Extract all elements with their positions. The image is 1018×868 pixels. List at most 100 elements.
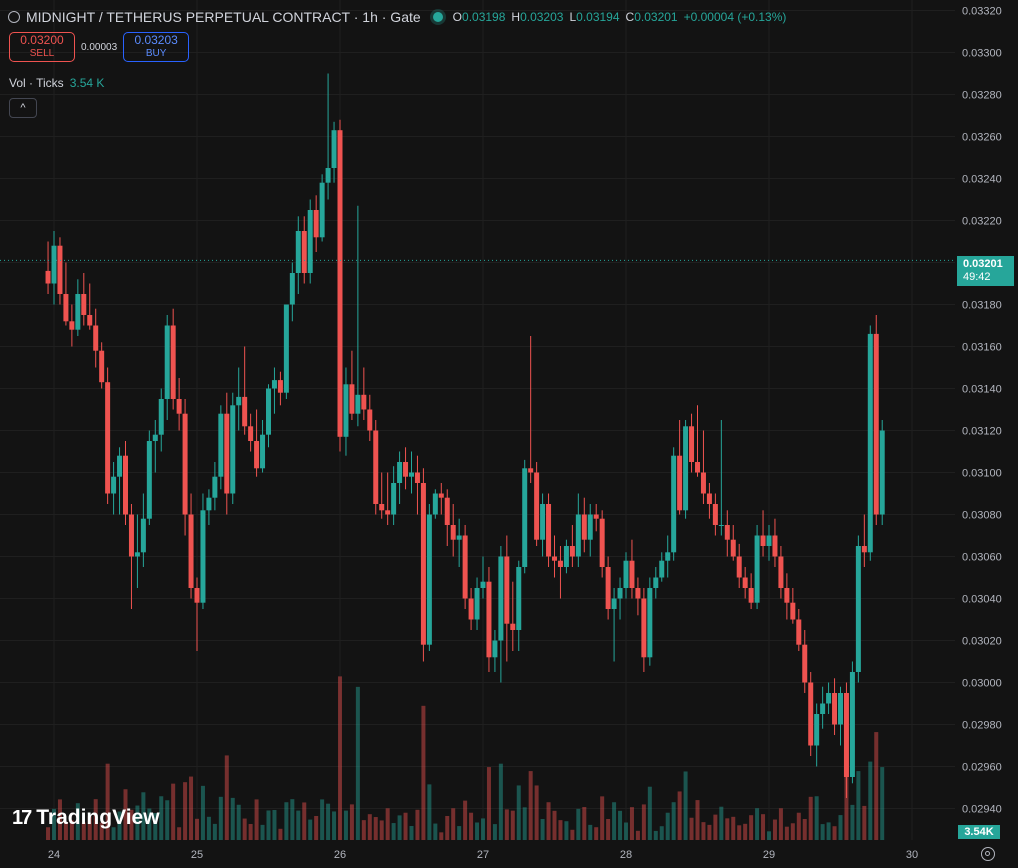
y-tick-label: 0.03080 (962, 510, 1002, 522)
volume-bar (385, 808, 390, 840)
volume-bar (445, 815, 450, 840)
candle-body (140, 518, 146, 553)
candle-body (802, 644, 808, 683)
volume-bar (397, 815, 402, 840)
ohlc-readout: O0.03198 H0.03203 L0.03194 C0.03201 +0.0… (453, 10, 787, 24)
candle-body (319, 182, 325, 238)
trade-panel: 0.03200 SELL 0.00003 0.03203 BUY (9, 32, 190, 62)
candle-body (361, 394, 367, 410)
candlestick-chart[interactable]: 0.03320 0.03300 0.03280 0.03260 0.03240 0.032… (0, 0, 1018, 868)
candle-body (301, 231, 307, 273)
volume-bar (624, 822, 628, 840)
volume-bar (224, 755, 229, 840)
volume-bar (600, 796, 605, 840)
volume-bar (701, 822, 706, 840)
y-tick-label: 0.03120 (962, 426, 1002, 438)
volume-bar (558, 820, 563, 840)
y-tick-label: 0.03000 (962, 678, 1002, 690)
candle-body (313, 210, 319, 238)
ohlc-change: +0.00004 (+0.13%) (683, 10, 787, 24)
candle-body (266, 388, 271, 435)
volume-bar (707, 824, 712, 840)
volume-bar (832, 826, 837, 840)
volume-bar (236, 804, 241, 840)
volume-bar (552, 810, 557, 840)
volume-bar (451, 808, 456, 840)
volume-bar (820, 824, 825, 840)
candle-body (552, 556, 557, 561)
volume-bar (576, 808, 581, 840)
volume-bar (463, 800, 468, 840)
x-tick-label: 28 (620, 849, 632, 861)
volume-legend[interactable]: Vol · Ticks 3.54 K (9, 76, 104, 90)
volume-bar (635, 830, 640, 840)
x-tick-label: 29 (763, 849, 775, 861)
volume-bar (212, 823, 217, 840)
volume-bar (534, 785, 539, 840)
y-tick-label: 0.03320 (962, 6, 1002, 18)
collapse-legend-button[interactable]: ^ (9, 98, 37, 118)
volume-bar (284, 802, 289, 840)
sell-button[interactable]: 0.03200 SELL (9, 32, 75, 62)
candle-body (474, 588, 480, 620)
volume-bar (492, 824, 497, 840)
candle-body (748, 588, 754, 603)
candle-body (635, 588, 641, 599)
candle-body (295, 231, 301, 273)
volume-bar (564, 821, 569, 840)
candle-body (575, 514, 581, 557)
candle-body (611, 598, 617, 609)
candle-body (51, 245, 57, 284)
candle-body (343, 384, 349, 437)
tradingview-logo[interactable]: 17 TradingView (12, 806, 160, 830)
last-price-value: 0.03201 (963, 258, 1003, 270)
volume-bar (874, 732, 879, 840)
candle-body (718, 525, 724, 526)
candle-body (146, 441, 152, 519)
candle-body (706, 493, 712, 504)
candle-body (754, 535, 760, 603)
volume-bar (826, 822, 831, 840)
x-tick-label: 25 (191, 849, 203, 861)
sell-label: SELL (29, 48, 55, 59)
volume-bar (784, 826, 789, 840)
tradingview-logo-text: TradingView (36, 806, 160, 829)
volume-bar (439, 832, 444, 840)
volume-bar (629, 807, 634, 840)
volume-bar (361, 820, 366, 840)
volume-bar (403, 812, 408, 840)
candle-body (164, 325, 170, 399)
candle-body (307, 210, 313, 273)
candle-body (492, 640, 498, 658)
eye-icon[interactable] (8, 11, 20, 23)
volume-bar (260, 824, 265, 840)
symbol-title[interactable]: MIDNIGHT / TETHERUS PERPETUAL CONTRACT ·… (26, 9, 421, 25)
candle-body (206, 497, 212, 511)
candle-body (456, 535, 462, 540)
candle-body (677, 455, 683, 511)
x-tick-label: 24 (48, 849, 60, 861)
candle-body (152, 434, 158, 441)
candle-body (867, 333, 873, 553)
candle-body (403, 462, 409, 477)
volume-bar (248, 823, 253, 840)
candle-body (647, 588, 653, 658)
buy-button[interactable]: 0.03203 BUY (123, 32, 190, 62)
candle-body (587, 514, 593, 540)
candle-body (665, 552, 671, 561)
volume-bar (540, 819, 545, 840)
volume-bar (528, 771, 533, 840)
y-tick-label: 0.03240 (962, 174, 1002, 186)
candle-body (843, 693, 849, 777)
candle-body (271, 380, 277, 389)
candle-body (772, 535, 778, 557)
candle-body (522, 468, 528, 567)
volume-bar (308, 819, 313, 840)
candle-body (230, 405, 236, 494)
volume-bar (695, 800, 700, 840)
gear-icon[interactable] (981, 847, 995, 861)
volume-bar (415, 809, 420, 840)
volume-bar (594, 827, 599, 840)
volume-bar (850, 804, 855, 840)
bar-countdown: 49:42 (963, 271, 991, 283)
